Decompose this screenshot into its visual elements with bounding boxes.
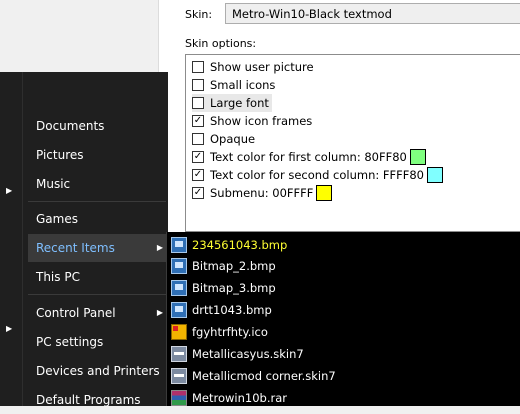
bmp-icon bbox=[171, 258, 187, 274]
option-opaque[interactable]: Opaque bbox=[192, 130, 255, 148]
recent-items-submenu: 234561043.bmp Bitmap_2.bmp Bitmap_3.bmp … bbox=[166, 232, 520, 406]
option-submenu-color[interactable]: ✓ Submenu: 00FFFF bbox=[192, 184, 333, 202]
option-show-user-picture[interactable]: Show user picture bbox=[192, 58, 314, 76]
menu-item-games[interactable]: Games bbox=[28, 205, 168, 233]
bmp-icon bbox=[171, 237, 187, 253]
menu-separator bbox=[28, 201, 166, 202]
checkbox[interactable] bbox=[192, 61, 204, 73]
menu-item-pc-settings[interactable]: PC settings bbox=[28, 328, 168, 356]
option-label: Text color for second column: FFFF80 bbox=[210, 168, 424, 182]
checkbox-checked[interactable]: ✓ bbox=[192, 115, 204, 127]
menu-item-default-programs[interactable]: Default Programs bbox=[28, 386, 168, 414]
menu-item-devices-printers[interactable]: Devices and Printers bbox=[28, 357, 168, 385]
option-label: Text color for first column: 80FF80 bbox=[210, 150, 407, 164]
recent-item-label: 234561043.bmp bbox=[192, 238, 288, 252]
menu-item-label: Documents bbox=[36, 119, 105, 133]
menu-item-label: Pictures bbox=[36, 148, 84, 162]
checkbox-checked[interactable]: ✓ bbox=[192, 151, 204, 163]
skin-dropdown[interactable]: Metro-Win10-Black textmod bbox=[225, 3, 520, 24]
rar-icon bbox=[171, 390, 187, 406]
desktop-background bbox=[0, 0, 158, 72]
recent-item[interactable]: 234561043.bmp bbox=[171, 235, 287, 255]
menu-item-control-panel[interactable]: Control Panel ▶ bbox=[28, 299, 168, 327]
checkbox[interactable] bbox=[192, 97, 204, 109]
menu-item-documents[interactable]: Documents bbox=[28, 112, 168, 140]
checkbox-checked[interactable]: ✓ bbox=[192, 187, 204, 199]
recent-item-label: drtt1043.bmp bbox=[192, 303, 272, 317]
skin-options-list: Show user picture Small icons Large font… bbox=[185, 54, 520, 232]
option-label: Opaque bbox=[210, 132, 256, 146]
recent-item[interactable]: Metallicasyus.skin7 bbox=[171, 344, 304, 364]
menu-item-label: PC settings bbox=[36, 335, 104, 349]
menu-item-label: This PC bbox=[36, 270, 80, 284]
recent-item-label: Metallicasyus.skin7 bbox=[192, 347, 304, 361]
expand-arrow-icon[interactable]: ▶ bbox=[6, 324, 12, 333]
menu-item-label: Default Programs bbox=[36, 393, 141, 407]
menu-divider bbox=[22, 72, 23, 406]
skin-icon bbox=[171, 346, 187, 362]
menu-separator bbox=[28, 294, 166, 295]
recent-item[interactable]: Metallicmod corner.skin7 bbox=[171, 366, 336, 386]
menu-item-music[interactable]: Music bbox=[28, 170, 168, 198]
menu-item-label: Games bbox=[36, 212, 78, 226]
option-label: Show icon frames bbox=[210, 114, 313, 128]
bmp-icon bbox=[171, 302, 187, 318]
submenu-arrow-icon: ▶ bbox=[156, 308, 163, 317]
start-menu: ▶ ▶ Documents Pictures Music Games Recen… bbox=[0, 72, 168, 407]
bmp-icon bbox=[171, 280, 187, 296]
recent-item[interactable]: Bitmap_3.bmp bbox=[171, 278, 276, 298]
menu-item-label: Control Panel bbox=[36, 306, 116, 320]
recent-item-label: Metallicmod corner.skin7 bbox=[192, 369, 336, 383]
recent-item-label: Metrowin10b.rar bbox=[192, 391, 287, 405]
color-swatch[interactable] bbox=[426, 167, 443, 183]
recent-item-label: Bitmap_3.bmp bbox=[192, 281, 276, 295]
skin-label: Skin: bbox=[185, 8, 213, 21]
option-label: Small icons bbox=[210, 78, 276, 92]
recent-item[interactable]: drtt1043.bmp bbox=[171, 300, 272, 320]
option-label: Large font bbox=[210, 96, 269, 110]
option-label: Show user picture bbox=[210, 60, 314, 74]
checkbox-checked[interactable]: ✓ bbox=[192, 169, 204, 181]
option-large-font[interactable]: Large font bbox=[192, 94, 272, 112]
option-show-icon-frames[interactable]: ✓ Show icon frames bbox=[192, 112, 312, 130]
option-small-icons[interactable]: Small icons bbox=[192, 76, 275, 94]
ico-icon bbox=[171, 324, 187, 340]
color-swatch[interactable] bbox=[409, 149, 426, 165]
recent-item[interactable]: Metrowin10b.rar bbox=[171, 388, 287, 408]
submenu-arrow-icon: ▶ bbox=[156, 243, 163, 252]
expand-arrow-icon[interactable]: ▶ bbox=[6, 186, 12, 195]
menu-item-pictures[interactable]: Pictures bbox=[28, 141, 168, 169]
menu-item-this-pc[interactable]: This PC bbox=[28, 263, 168, 291]
menu-item-label: Devices and Printers bbox=[36, 364, 160, 378]
recent-item[interactable]: fgyhtrfhty.ico bbox=[171, 322, 268, 342]
menu-item-recent-items[interactable]: Recent Items ▶ bbox=[28, 234, 168, 262]
menu-item-label: Music bbox=[36, 177, 71, 191]
menu-item-label: Recent Items bbox=[36, 241, 115, 255]
recent-item[interactable]: Bitmap_2.bmp bbox=[171, 256, 276, 276]
checkbox[interactable] bbox=[192, 133, 204, 145]
skin-settings-panel: Skin: Metro-Win10-Black textmod Skin opt… bbox=[158, 0, 520, 232]
option-second-column-color[interactable]: ✓ Text color for second column: FFFF80 bbox=[192, 166, 443, 184]
option-first-column-color[interactable]: ✓ Text color for first column: 80FF80 bbox=[192, 148, 426, 166]
option-label: Submenu: 00FFFF bbox=[210, 186, 314, 200]
color-swatch[interactable] bbox=[316, 185, 333, 201]
checkbox[interactable] bbox=[192, 79, 204, 91]
skin-options-label: Skin options: bbox=[185, 37, 257, 50]
recent-item-label: fgyhtrfhty.ico bbox=[192, 325, 268, 339]
recent-item-label: Bitmap_2.bmp bbox=[192, 259, 276, 273]
skin-icon bbox=[171, 368, 187, 384]
